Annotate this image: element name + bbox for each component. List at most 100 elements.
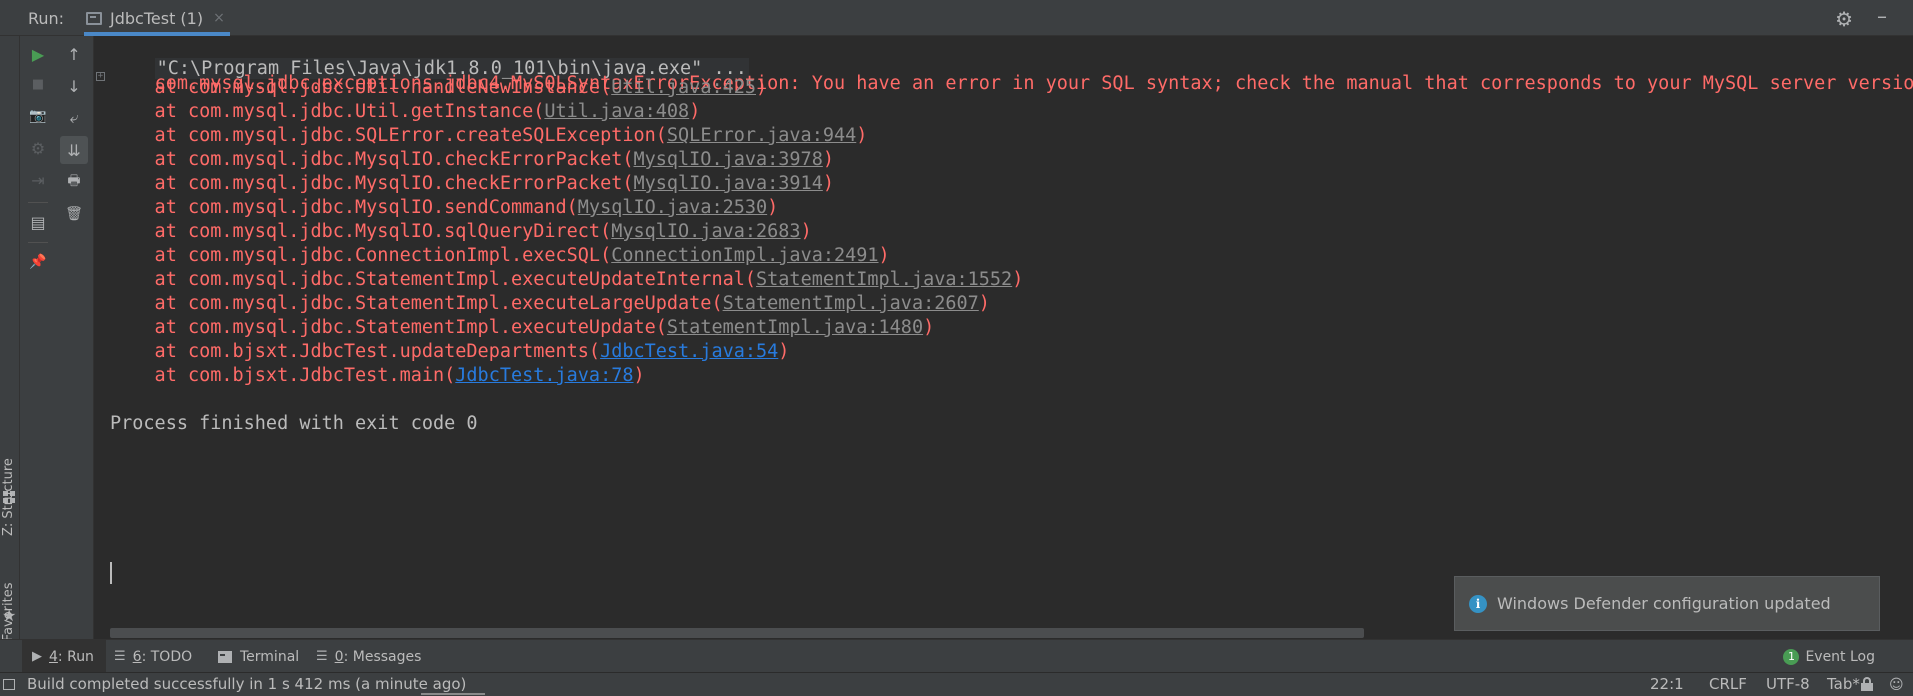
source-link[interactable]: ConnectionImpl.java:2491 — [611, 245, 878, 266]
soft-wrap-icon[interactable]: ⤶ — [60, 104, 88, 132]
stack-frame-method: at com.mysql.jdbc.Util.handleNewInstance… — [110, 77, 612, 98]
toolbar-separator — [28, 202, 48, 203]
status-progress-indicator — [421, 693, 485, 695]
minimize-icon[interactable]: – — [1877, 4, 1887, 28]
source-link[interactable]: MysqlIO.java:2683 — [611, 221, 800, 242]
stack-frame-close: ) — [878, 245, 890, 266]
stack-trace-line: at com.mysql.jdbc.MysqlIO.sqlQueryDirect… — [110, 222, 812, 242]
run-toolbar-secondary: ↑ ↓ ⤶ ⇊ 🖶 🗑 — [56, 36, 94, 639]
tool-tab-event-log[interactable]: 1 Event Log — [1783, 640, 1875, 673]
line-separator-widget[interactable]: CRLF — [1709, 675, 1747, 693]
terminal-icon — [218, 650, 232, 663]
tool-tab-run[interactable]: ▶ 4 : Run — [22, 640, 106, 673]
caret-position[interactable]: 22:1 — [1650, 675, 1684, 693]
stack-frame-method: at com.mysql.jdbc.StatementImpl.executeL… — [110, 293, 723, 314]
source-link[interactable]: StatementImpl.java:1480 — [667, 317, 923, 338]
stack-frame-method: at com.bjsxt.JdbcTest.main( — [110, 365, 456, 386]
source-link[interactable]: Util.java:425 — [611, 77, 756, 98]
camera-icon[interactable]: 📷 — [24, 102, 52, 130]
list-icon: ☰ — [114, 649, 126, 664]
toolbar-separator — [28, 242, 48, 243]
stack-frame-method: at com.mysql.jdbc.MysqlIO.sqlQueryDirect… — [110, 221, 612, 242]
exit-icon[interactable]: ⇥ — [24, 166, 52, 194]
stack-trace-line: at com.mysql.jdbc.MysqlIO.sendCommand(My… — [110, 197, 779, 218]
console-icon — [86, 11, 102, 25]
stack-frame-close: ) — [778, 341, 790, 362]
tool-window-bar: ▶ 4 : Run ☰ 6 : TODO Terminal ☰ 0 : Mess… — [0, 639, 1913, 673]
horizontal-scrollbar[interactable] — [110, 628, 1364, 638]
tool-tab-messages[interactable]: ☰ 0 : Messages — [316, 640, 421, 673]
messages-mnemonic: 0 — [334, 648, 344, 665]
source-link[interactable]: MysqlIO.java:3978 — [633, 149, 822, 170]
layout-icon[interactable]: ▤ — [24, 208, 52, 236]
stack-trace-line: at com.mysql.jdbc.ConnectionImpl.execSQL… — [110, 246, 890, 266]
stack-trace-line: at com.mysql.jdbc.Util.getInstance(Util.… — [110, 101, 701, 122]
structure-tool-button[interactable]: Z: Structure — [1, 458, 16, 536]
stack-frame-close: ) — [923, 317, 935, 338]
run-label: Run: — [28, 9, 65, 28]
stack-frame-method: at com.mysql.jdbc.MysqlIO.checkErrorPack… — [110, 149, 634, 170]
fold-marker-icon[interactable]: + — [96, 72, 105, 81]
close-icon[interactable]: × — [213, 10, 225, 26]
stack-frame-method: at com.mysql.jdbc.MysqlIO.checkErrorPack… — [110, 173, 634, 194]
stack-frame-close: ) — [978, 293, 990, 314]
stack-trace-line: at com.mysql.jdbc.StatementImpl.executeU… — [110, 269, 1024, 290]
trash-icon[interactable]: 🗑 — [60, 200, 88, 228]
tab-jdbctest[interactable]: JdbcTest (1) × — [74, 0, 230, 36]
terminal-tab-label: Terminal — [240, 648, 300, 665]
source-link[interactable]: MysqlIO.java:2530 — [578, 197, 767, 218]
stack-trace-line: at com.bjsxt.JdbcTest.updateDepartments(… — [110, 341, 790, 362]
run-toolbar-primary: ▶ ■ 📷 ⚙ ⇥ ▤ 📌 — [20, 36, 56, 639]
notification-text: Windows Defender configuration updated — [1497, 594, 1831, 613]
stack-trace-line: at com.mysql.jdbc.StatementImpl.executeL… — [110, 294, 990, 314]
console-output[interactable]: + "C:\Program Files\Java\jdk1.8.0_101\bi… — [94, 36, 1913, 639]
stack-frame-method: at com.mysql.jdbc.StatementImpl.executeU… — [110, 269, 757, 290]
print-icon[interactable]: 🖶 — [60, 168, 88, 196]
exit-message: Process finished with exit code 0 — [110, 413, 478, 434]
messages-icon: ☰ — [316, 649, 328, 664]
source-link[interactable]: Util.java:408 — [544, 101, 689, 122]
source-link[interactable]: StatementImpl.java:2607 — [723, 293, 979, 314]
stack-frame-close: ) — [689, 101, 701, 122]
stack-frame-close: ) — [822, 173, 834, 194]
stack-frame-close: ) — [800, 221, 812, 242]
tool-tab-terminal[interactable]: Terminal — [218, 640, 299, 673]
messages-tab-label: : Messages — [343, 648, 422, 665]
stack-trace-line: at com.mysql.jdbc.MysqlIO.checkErrorPack… — [110, 174, 834, 194]
stack-trace-line: at com.mysql.jdbc.StatementImpl.executeU… — [110, 317, 935, 338]
status-bar: Build completed successfully in 1 s 412 … — [0, 672, 1913, 696]
source-link[interactable]: JdbcTest.java:78 — [455, 365, 633, 386]
stack-frame-method: at com.mysql.jdbc.SQLError.createSQLExce… — [110, 125, 667, 146]
gear-icon[interactable]: ⚙ — [1835, 7, 1853, 31]
source-link[interactable]: MysqlIO.java:3914 — [633, 173, 822, 194]
stop-icon[interactable]: ■ — [24, 70, 52, 98]
source-link[interactable]: StatementImpl.java:1552 — [756, 269, 1012, 290]
tool-tab-todo[interactable]: ☰ 6 : TODO — [114, 640, 192, 673]
pin-icon[interactable]: 📌 — [24, 248, 52, 276]
todo-mnemonic: 6 — [132, 648, 142, 665]
encoding-widget[interactable]: UTF-8 — [1766, 675, 1810, 693]
inspector-icon[interactable]: ☺ — [1889, 677, 1904, 693]
stack-frame-method: at com.bjsxt.JdbcTest.updateDepartments( — [110, 341, 601, 362]
source-link[interactable]: SQLError.java:944 — [667, 125, 856, 146]
stack-frame-close: ) — [1012, 269, 1024, 290]
stack-frame-close: ) — [767, 197, 779, 218]
run-tool-window-header: Run: JdbcTest (1) × ⚙ – — [0, 0, 1913, 36]
stack-trace-line: at com.bjsxt.JdbcTest.main(JdbcTest.java… — [110, 366, 645, 386]
stack-frame-method: at com.mysql.jdbc.MysqlIO.sendCommand( — [110, 197, 578, 218]
source-link[interactable]: JdbcTest.java:54 — [600, 341, 778, 362]
event-log-label: Event Log — [1805, 648, 1875, 665]
debug-settings-icon[interactable]: ⚙ — [24, 134, 52, 162]
lock-icon[interactable] — [1861, 677, 1873, 691]
notification-balloon[interactable]: i Windows Defender configuration updated — [1454, 576, 1880, 631]
indent-widget[interactable]: Tab* — [1827, 675, 1860, 693]
stack-frame-method: at com.mysql.jdbc.StatementImpl.executeU… — [110, 317, 667, 338]
status-message[interactable]: Build completed successfully in 1 s 412 … — [27, 675, 466, 693]
arrow-up-icon[interactable]: ↑ — [60, 40, 88, 68]
arrow-down-icon[interactable]: ↓ — [60, 72, 88, 100]
toggle-tool-windows-icon[interactable] — [3, 679, 15, 690]
stack-frame-close: ) — [856, 125, 868, 146]
rerun-icon[interactable]: ▶ — [24, 40, 52, 68]
scroll-to-end-icon[interactable]: ⇊ — [60, 136, 88, 164]
text-caret — [110, 562, 112, 584]
